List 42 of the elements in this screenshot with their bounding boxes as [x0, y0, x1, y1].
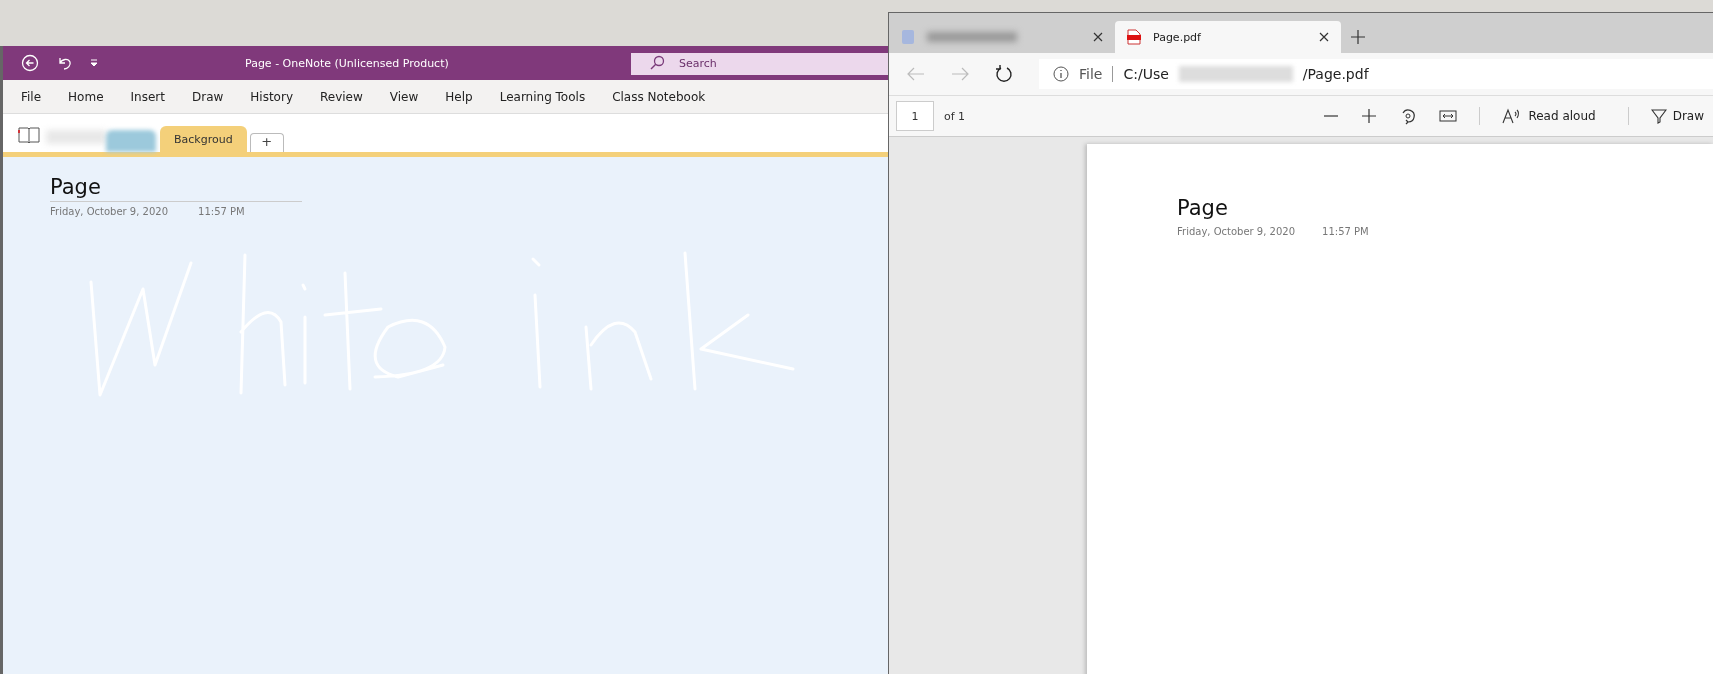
- page-time: 11:57 PM: [198, 206, 245, 217]
- page-date: Friday, October 9, 2020: [50, 206, 169, 217]
- menu-item[interactable]: Draw: [191, 89, 224, 104]
- pdf-file-icon: [1127, 29, 1141, 45]
- close-icon[interactable]: [1319, 32, 1329, 42]
- pdf-page-date: Friday, October 9, 2020: [1177, 226, 1296, 237]
- page-count: of 1: [944, 109, 966, 123]
- menu-item[interactable]: Help: [445, 89, 473, 104]
- section-tab[interactable]: Backgroud: [160, 126, 247, 152]
- info-icon: [1053, 66, 1069, 82]
- menu-item[interactable]: Review: [320, 89, 363, 104]
- fit-width-icon[interactable]: [1439, 109, 1458, 123]
- pdf-page-title: Page: [1177, 196, 1229, 220]
- menu-item[interactable]: View: [389, 89, 419, 104]
- menu-item[interactable]: Learning Tools: [499, 89, 586, 104]
- notebook-icon[interactable]: [18, 126, 40, 144]
- add-section-tab[interactable]: +: [249, 133, 284, 152]
- page-number-field[interactable]: 1: [896, 101, 934, 131]
- menu-item[interactable]: History: [250, 89, 293, 104]
- pdf-page-time: 11:57 PM: [1322, 226, 1369, 237]
- menu-item[interactable]: File: [21, 89, 42, 104]
- search-field[interactable]: Search: [631, 52, 891, 75]
- back-icon[interactable]: [21, 54, 39, 72]
- pen-icon: [1650, 108, 1667, 124]
- blurred-notebook-name: [46, 130, 106, 144]
- tab-title: Page.pdf: [1153, 30, 1201, 44]
- menu-item[interactable]: Insert: [130, 89, 165, 104]
- dropdown-icon[interactable]: [89, 58, 99, 68]
- search-icon: [649, 55, 665, 71]
- refresh-icon[interactable]: [995, 65, 1013, 83]
- blurred-page-icon: [901, 29, 915, 45]
- zoom-in-icon[interactable]: [1361, 108, 1378, 124]
- page-title[interactable]: Page: [50, 175, 302, 202]
- close-icon[interactable]: [1093, 32, 1103, 42]
- menu-item[interactable]: Class Notebook: [612, 89, 706, 104]
- read-aloud-button[interactable]: Read aloud: [1502, 108, 1596, 124]
- address-bar[interactable]: File C:/Use /Page.pdf: [1039, 59, 1713, 89]
- browser-tab[interactable]: Page.pdf: [1115, 21, 1341, 53]
- window-title: Page - OneNote (Unlicensed Product): [245, 56, 450, 70]
- new-tab-icon[interactable]: [1351, 30, 1365, 44]
- draw-button[interactable]: Draw: [1650, 108, 1704, 124]
- menu-item[interactable]: Home: [68, 89, 104, 104]
